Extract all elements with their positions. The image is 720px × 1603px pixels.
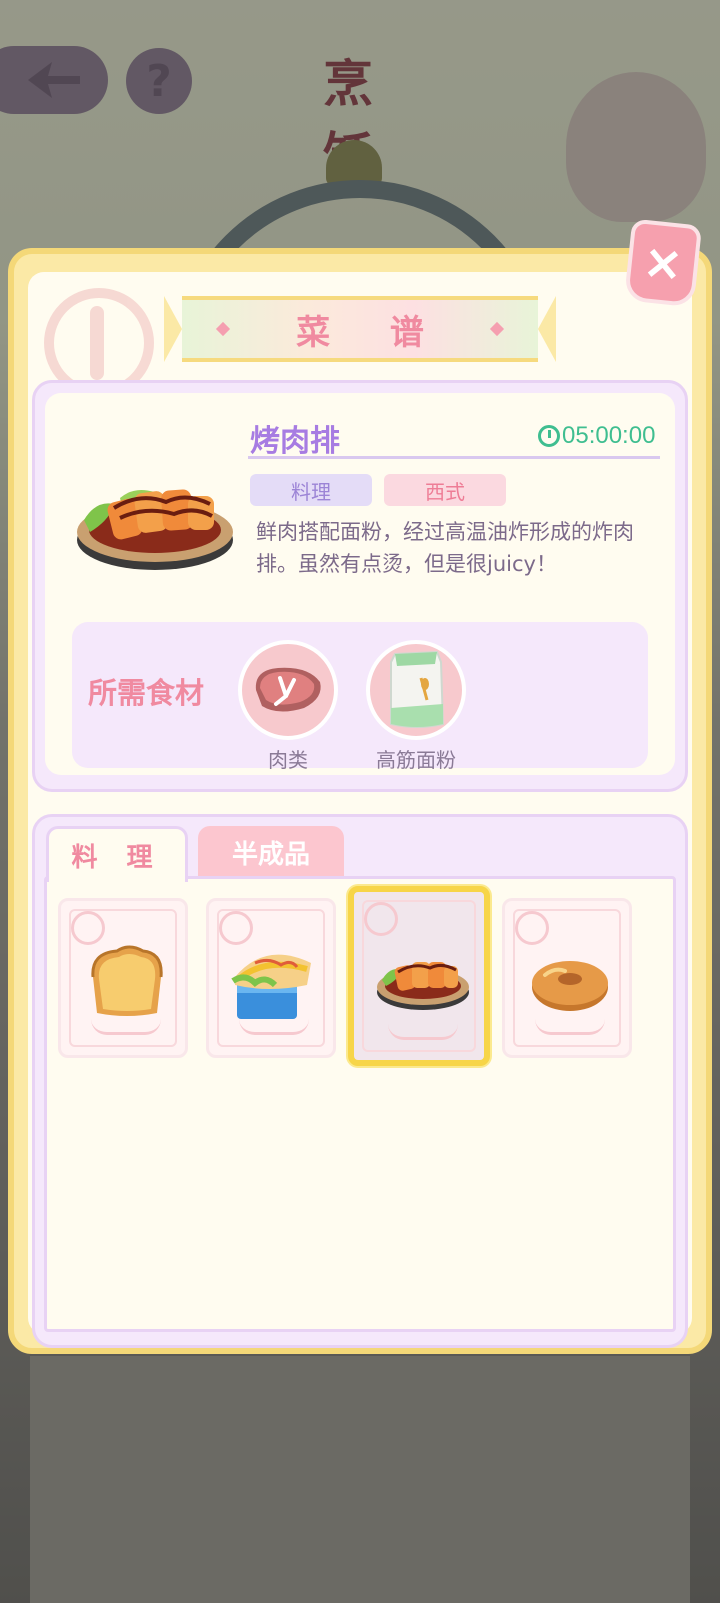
recipe-title-ribbon: 菜 谱 xyxy=(164,296,556,362)
dish-card[interactable] xyxy=(206,898,336,1058)
meat-icon xyxy=(255,667,321,712)
category-tag: 料理 xyxy=(250,474,372,506)
flour-bag-icon xyxy=(390,650,445,728)
bottom-background xyxy=(30,1356,690,1603)
cook-timer-value: 05:00:00 xyxy=(562,422,656,449)
tab-semi-finished[interactable]: 半成品 xyxy=(198,826,344,878)
close-icon: × xyxy=(640,233,686,293)
ingredient-icon-circle xyxy=(238,640,338,740)
ingredient-name: 高筋面粉 xyxy=(376,748,456,772)
bread-icon xyxy=(91,945,163,1016)
wreath-decoration xyxy=(388,1024,458,1040)
ingredient-item[interactable]: 肉类 xyxy=(228,640,348,773)
cuisine-tag: 西式 xyxy=(384,474,506,506)
tab-dishes[interactable]: 料 理 xyxy=(46,826,188,882)
cook-timer: 05:00:00 xyxy=(538,422,655,450)
close-button[interactable]: × xyxy=(623,218,703,308)
pork-cutlet-icon xyxy=(377,962,469,1010)
dish-card[interactable] xyxy=(58,898,188,1058)
clock-icon xyxy=(538,425,560,447)
recipe-name: 烤肉排 xyxy=(250,424,340,459)
pork-cutlet-icon xyxy=(77,489,233,570)
ribbon-diamond-icon xyxy=(489,321,505,337)
donut-icon xyxy=(532,961,608,1011)
ingredients-label: 所需食材 xyxy=(88,676,205,710)
ingredient-icon-circle xyxy=(366,640,466,740)
recipe-panel-title: 菜 谱 xyxy=(296,312,448,353)
ribbon-diamond-icon xyxy=(215,321,231,337)
ingredient-item[interactable]: 高筋面粉 xyxy=(356,640,476,773)
fork-spoon-logo-icon xyxy=(364,902,398,936)
ingredient-name: 肉类 xyxy=(268,748,308,772)
recipe-description: 鲜肉搭配面粉，经过高温油炸形成的炸肉排。虽然有点烫，但是很juicy！ xyxy=(256,520,634,576)
dish-card-selected[interactable] xyxy=(348,886,490,1066)
dish-card[interactable] xyxy=(502,898,632,1058)
sandwich-icon xyxy=(231,954,311,1019)
divider xyxy=(248,456,660,459)
